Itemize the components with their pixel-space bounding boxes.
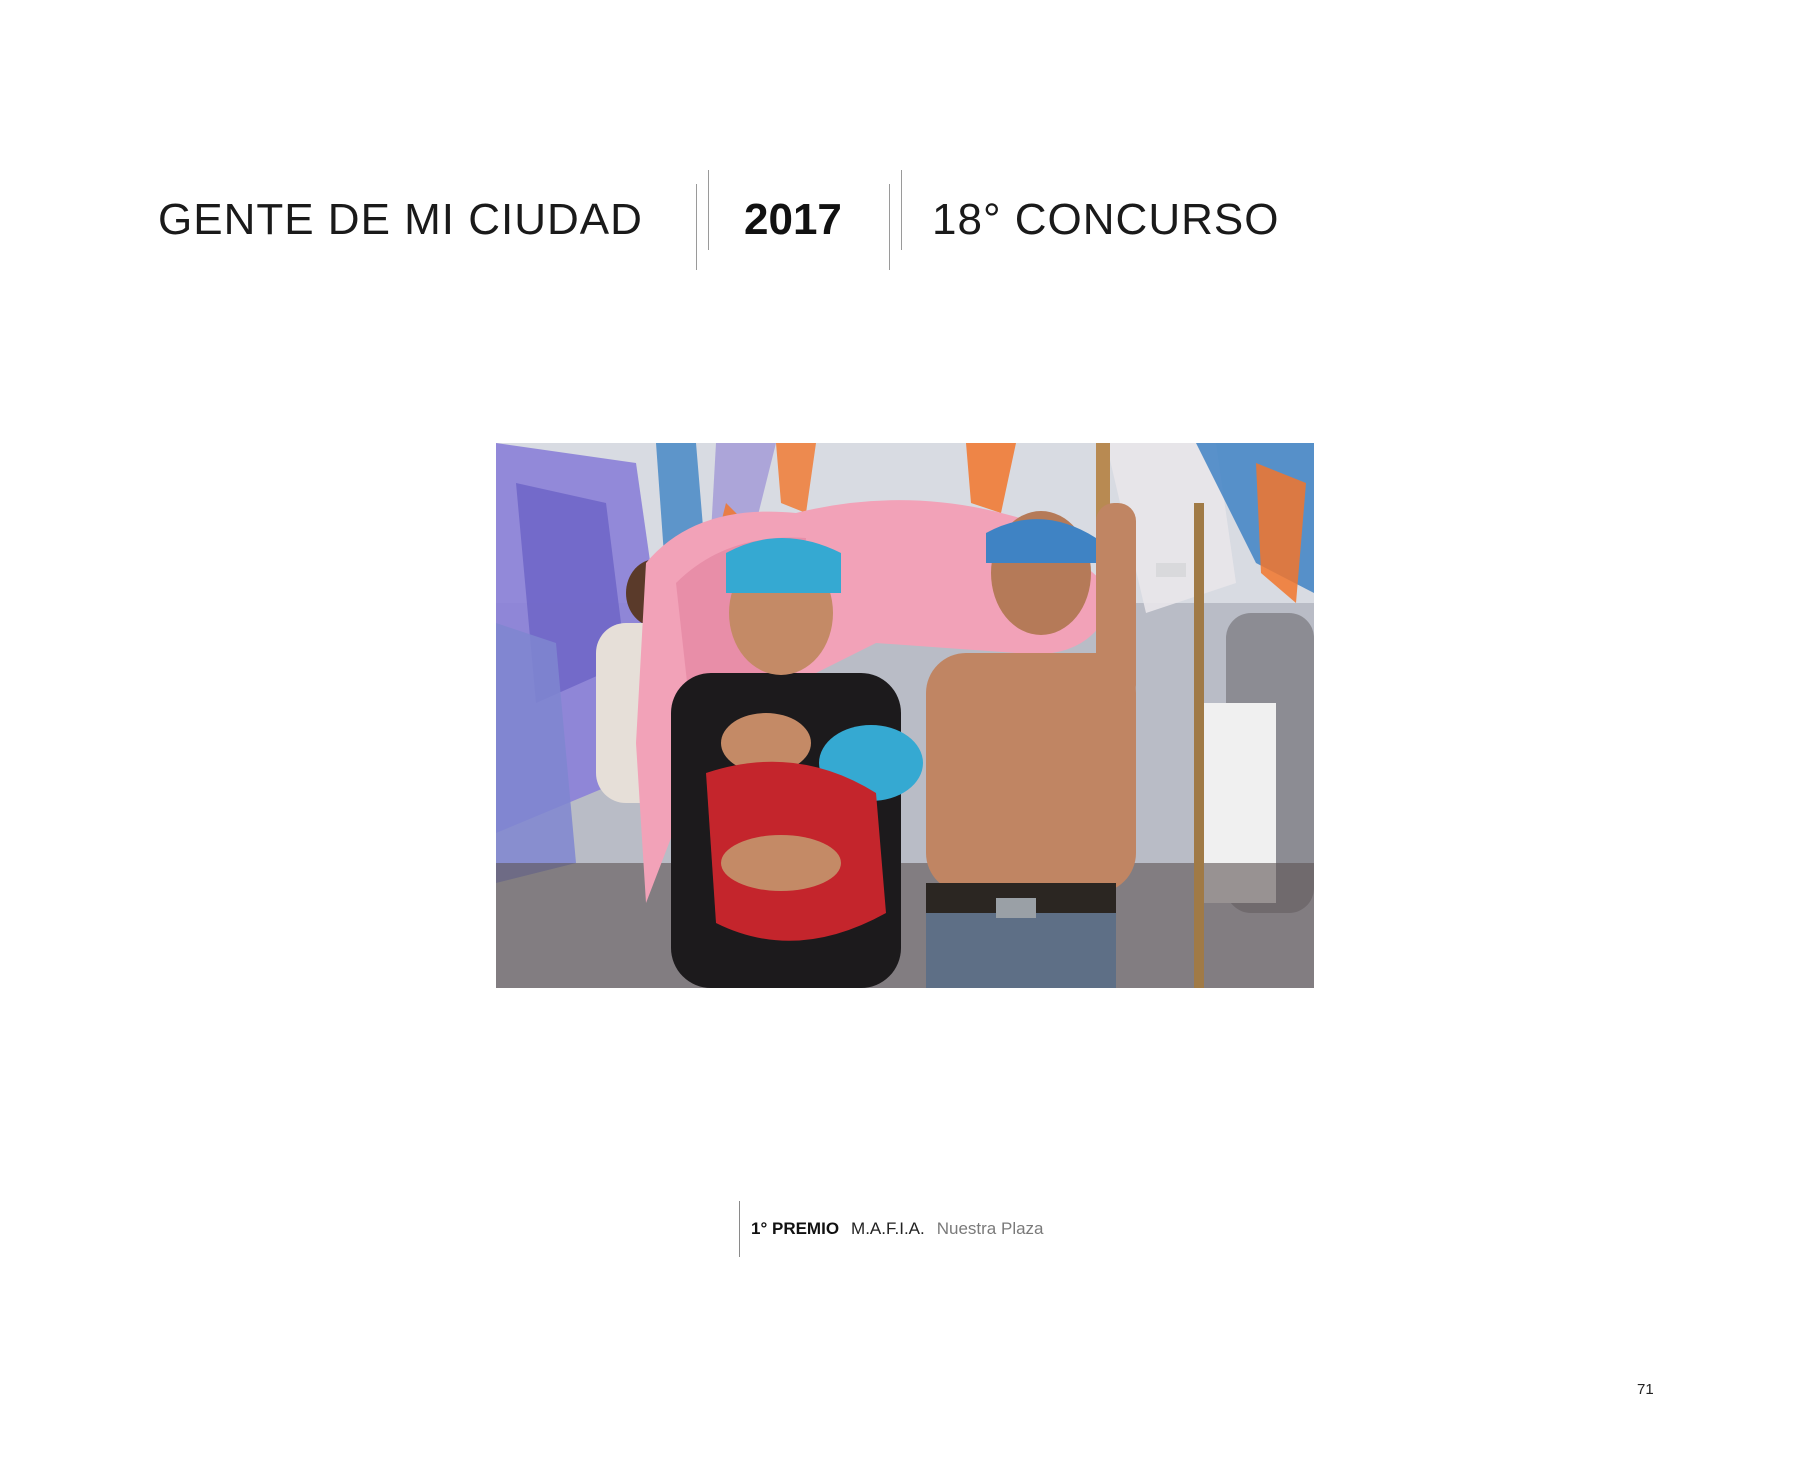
caption-text: 1° PREMIO M.A.F.I.A. Nuestra Plaza [751, 1219, 1044, 1239]
page-header: GENTE DE MI CIUDAD 2017 18° CONCURSO [0, 0, 1800, 320]
header-divider [889, 170, 907, 270]
contest-number: 18° CONCURSO [932, 195, 1280, 244]
photo-author: M.A.F.I.A. [851, 1219, 925, 1238]
series-title: GENTE DE MI CIUDAD [158, 195, 643, 244]
photo-title: Nuestra Plaza [936, 1219, 1044, 1238]
header-divider [696, 170, 714, 270]
prize-label: 1° PREMIO [751, 1219, 840, 1238]
prize-photo [496, 443, 1314, 988]
edition-year: 2017 [744, 195, 842, 244]
page-number: 71 [1637, 1381, 1654, 1398]
caption-divider [739, 1201, 740, 1257]
